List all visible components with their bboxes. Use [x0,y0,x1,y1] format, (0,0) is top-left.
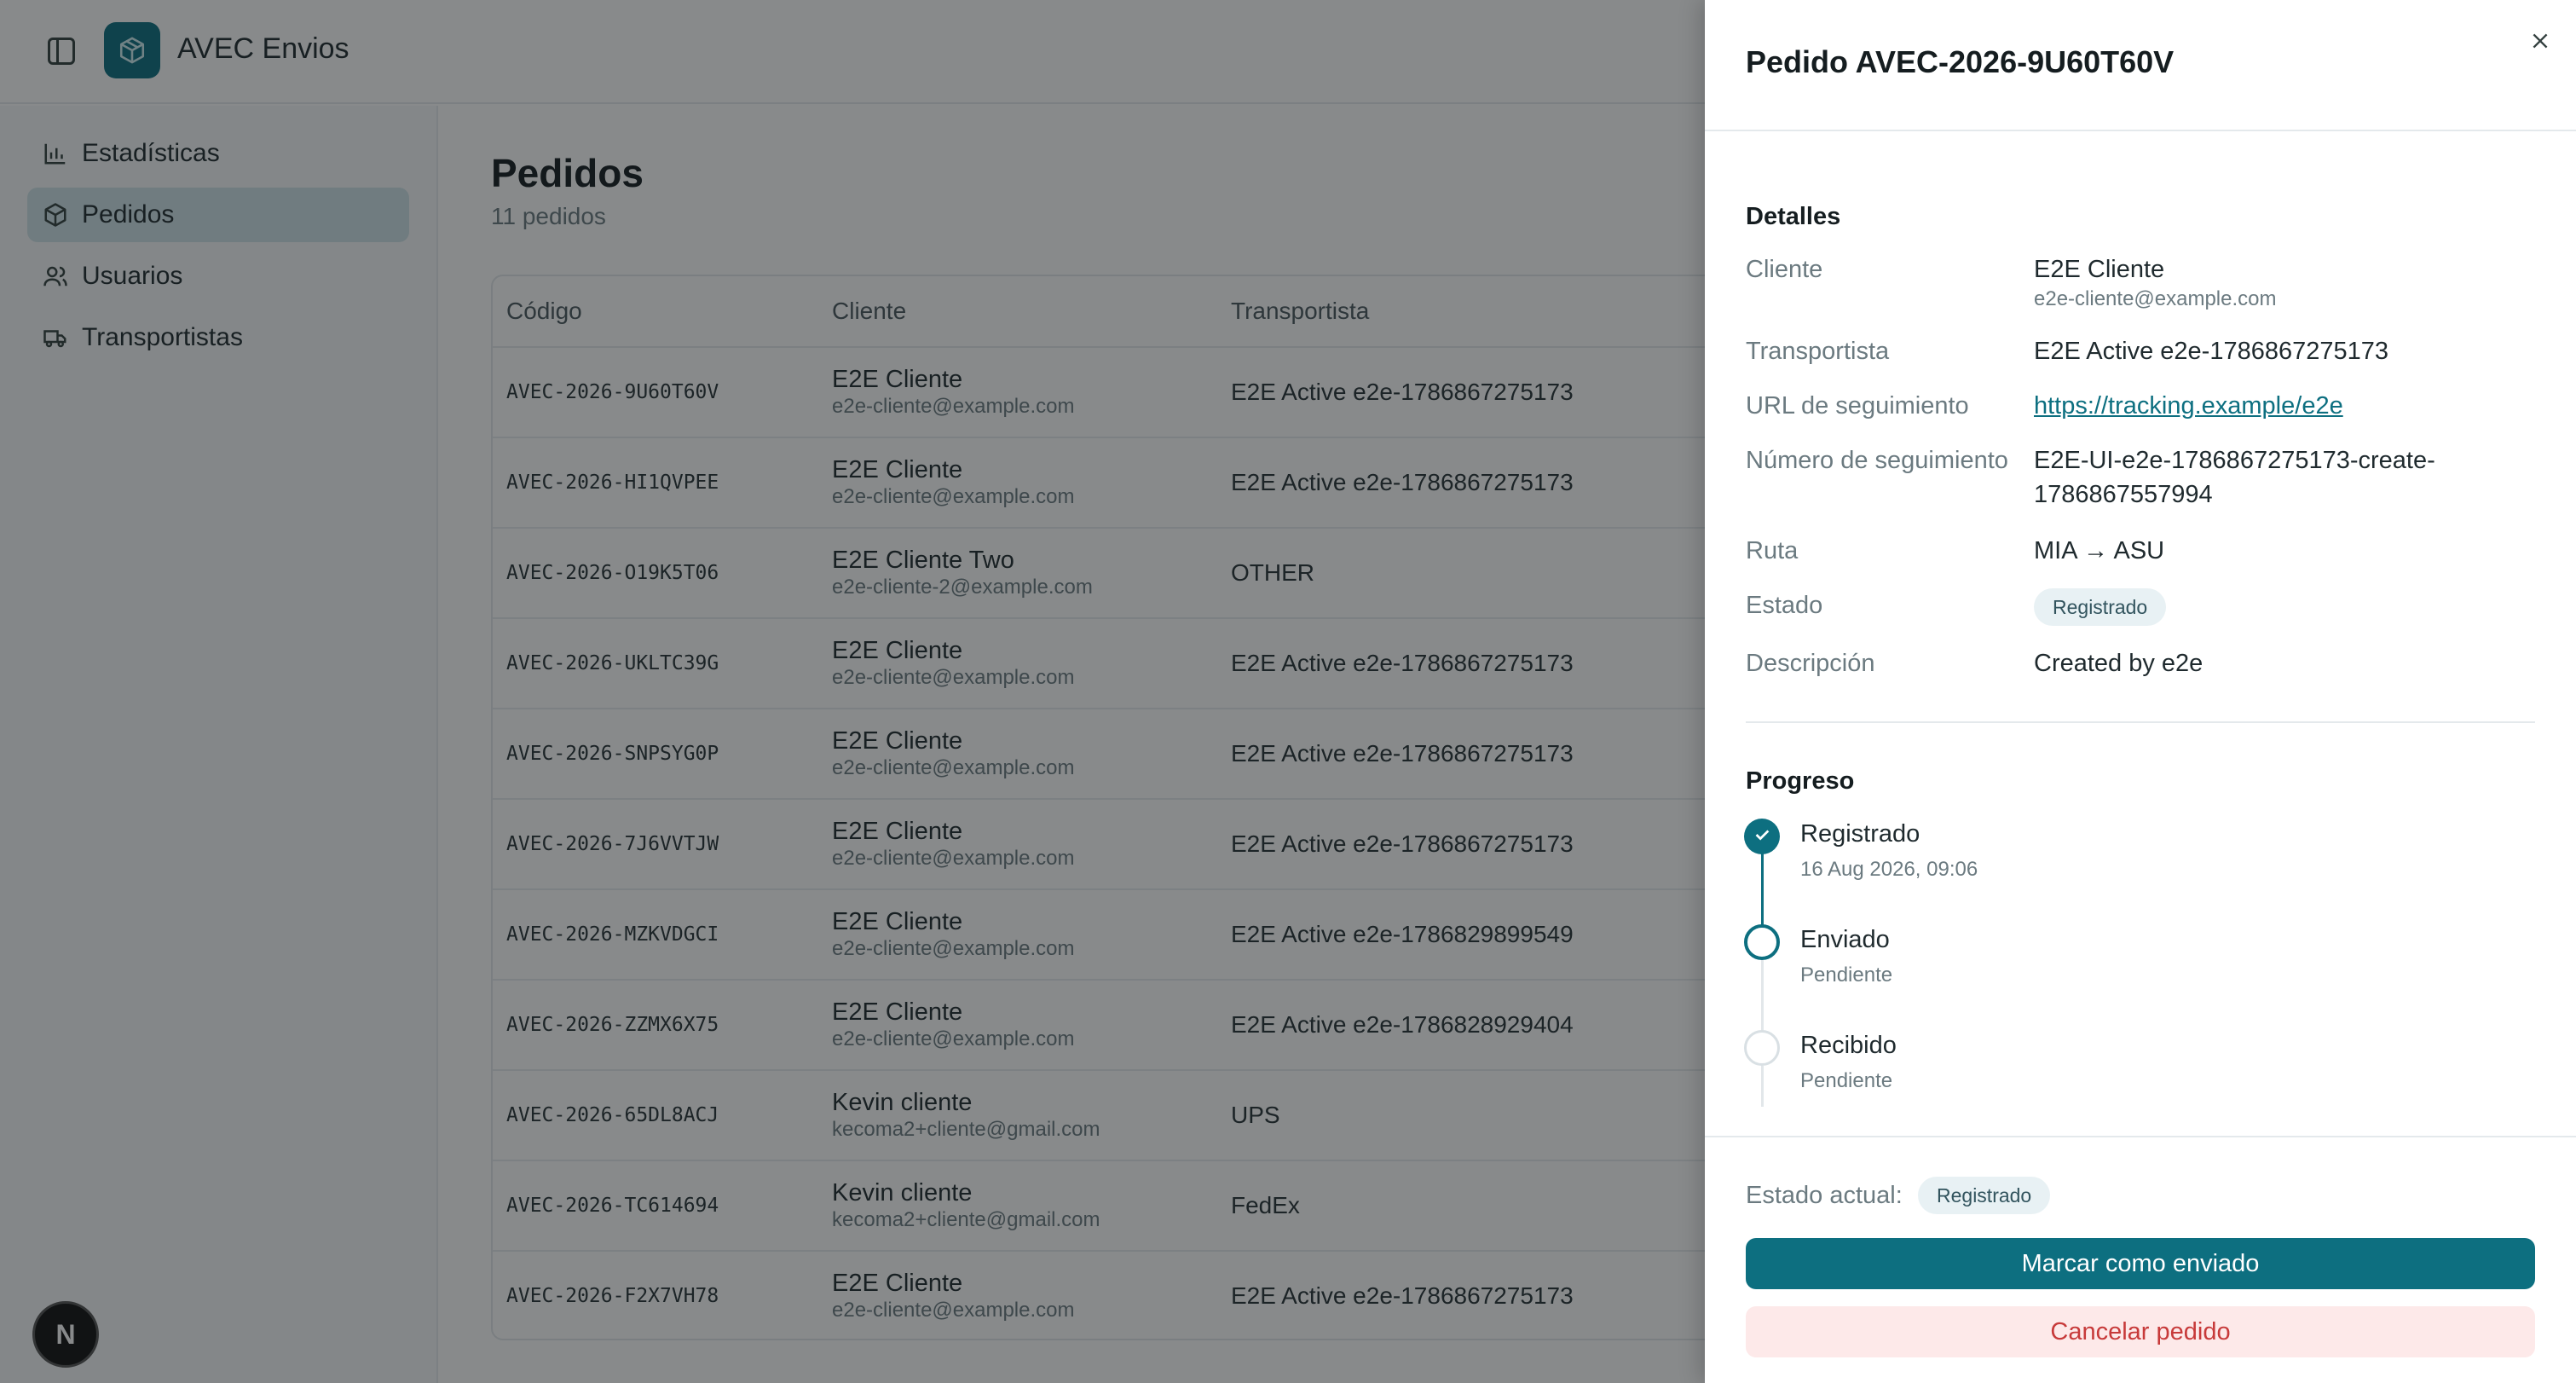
tracking-url-label: URL de seguimiento [1746,392,1969,420]
step-label: Recibido [1800,1032,1897,1059]
ruta-value: MIA → ASU [2034,537,2165,564]
step-label: Enviado [1800,926,1890,953]
step-dot-enviado [1744,924,1780,960]
timeline-connector [1761,1066,1764,1107]
current-state-value: Registrado [1918,1177,2051,1214]
check-icon [1753,825,1771,848]
step-sub: 16 Aug 2026, 09:06 [1800,858,1978,881]
cliente-email: e2e-cliente@example.com [2034,287,2277,310]
drawer-header-divider [1705,130,2576,131]
current-state-label: Estado actual: [1746,1182,1903,1209]
status-badge: Registrado [1918,1177,2051,1214]
cancel-order-button[interactable]: Cancelar pedido [1746,1306,2535,1357]
descripcion-label: Descripción [1746,650,1875,677]
step-sub: Pendiente [1800,1069,1893,1092]
transportista-label: Transportista [1746,338,1890,365]
cliente-value: E2E Cliente e2e-cliente@example.com [2034,252,2277,312]
drawer-title: Pedido AVEC-2026-9U60T60V [1746,44,2175,79]
transportista-value: E2E Active e2e-1786867275173 [2034,338,2389,365]
status-badge: Registrado [2034,588,2167,626]
tracking-number-line1: E2E-UI-e2e-1786867275173-create- [2034,447,2435,474]
close-button[interactable] [2523,26,2557,60]
step-dot-recibido [1744,1030,1780,1066]
drawer-footer: Estado actual: Registrado Marcar como en… [1705,1136,2576,1383]
cliente-label: Cliente [1746,256,1823,283]
mark-as-sent-button[interactable]: Marcar como enviado [1746,1238,2535,1289]
estado-value: Registrado [2034,588,2167,626]
tracking-url-text[interactable]: https://tracking.example/e2e [2034,392,2343,420]
progress-section-title: Progreso [1746,767,1855,795]
tracking-url-link[interactable]: https://tracking.example/e2e [2034,389,2343,423]
modal-backdrop[interactable] [0,0,1705,1383]
estado-label: Estado [1746,592,1823,619]
cliente-name: E2E Cliente [2034,256,2165,283]
details-divider [1746,721,2535,723]
ruta-label: Ruta [1746,537,1799,564]
details-section-title: Detalles [1746,203,1841,230]
order-detail-drawer: Pedido AVEC-2026-9U60T60V Detalles Clien… [1705,0,2576,1383]
descripcion-value: Created by e2e [2034,650,2203,677]
step-label: Registrado [1800,820,1920,848]
tracking-number-label: Número de seguimiento [1746,447,2008,474]
tracking-number-line2: 1786867557994 [2034,481,2213,508]
tracking-number-value: E2E-UI-e2e-1786867275173-create- 1786867… [2034,443,2435,512]
step-sub: Pendiente [1800,963,1893,987]
step-dot-registrado [1744,819,1780,854]
close-icon [2529,30,2551,56]
